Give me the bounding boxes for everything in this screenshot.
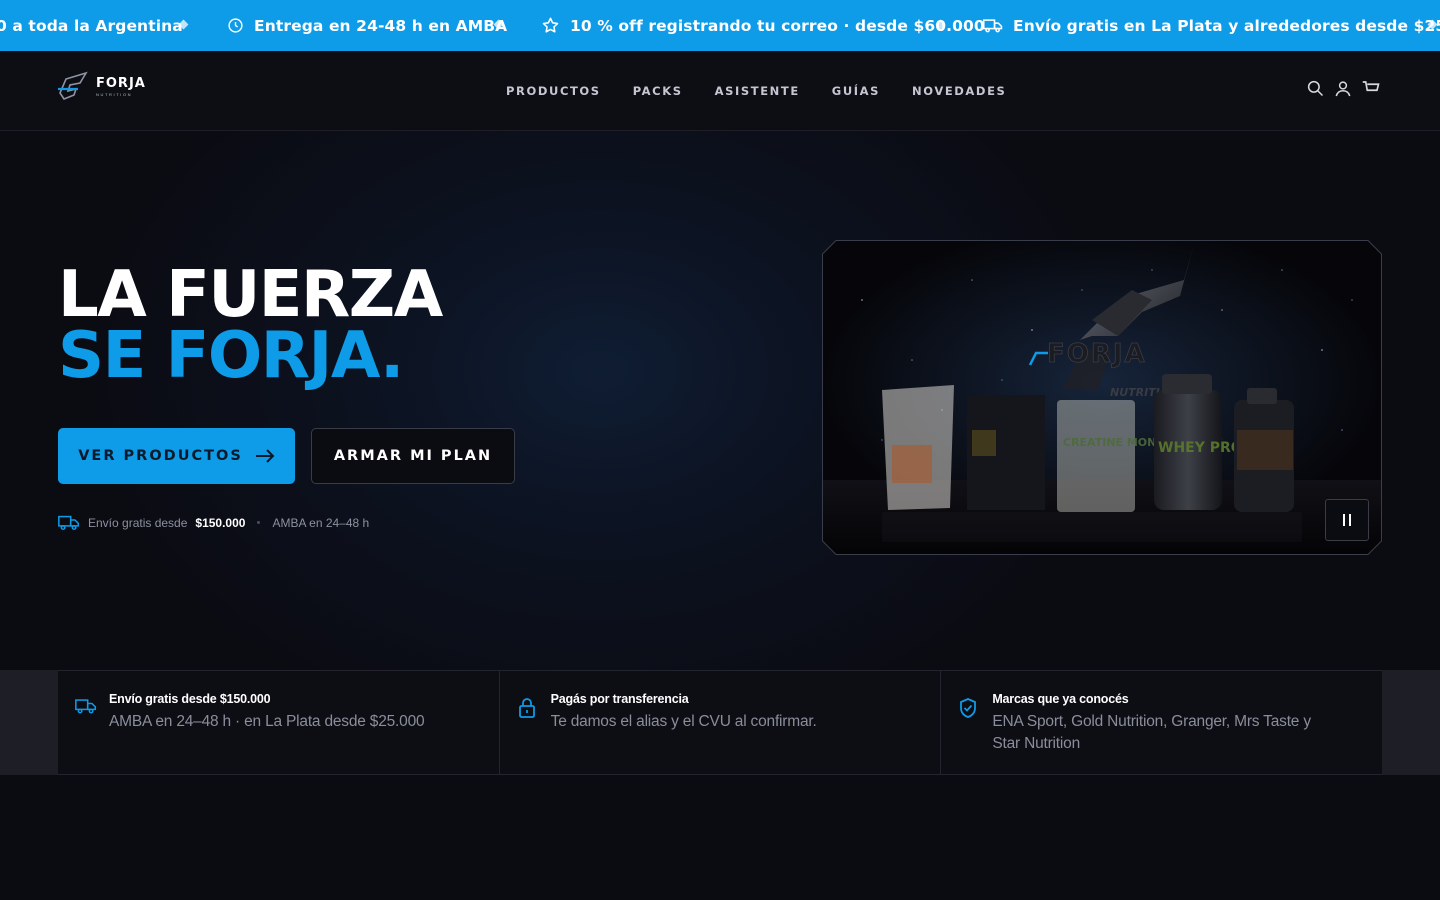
announcement-text: Envío gratis en La Plata y alrededores d… bbox=[1013, 16, 1440, 35]
separator-dot bbox=[257, 521, 261, 524]
account-button[interactable] bbox=[1334, 78, 1352, 98]
feature-payment: Pagás por transferencia Te damos el alia… bbox=[500, 671, 942, 774]
site-header: FORJA NUTRITION PRODUCTOS PACKS ASISTENT… bbox=[0, 51, 1440, 131]
shipping-prefix: Envío gratis desde bbox=[88, 515, 188, 530]
star-icon bbox=[542, 17, 559, 33]
hero-video: FORJA NUTRITI CREATINE MONOHYDRATE WHEY … bbox=[822, 240, 1382, 555]
hero-section: LA FUERZA SE FORJA. VER PRODUCTOS ARMAR … bbox=[0, 131, 1440, 670]
announcement-bar: 0 a toda la Argentina Entrega en 24-48 h… bbox=[0, 0, 1440, 51]
pause-video-button[interactable] bbox=[1325, 499, 1369, 541]
announcement-text: 10 % off registrando tu correo · desde $… bbox=[570, 16, 985, 35]
header-actions bbox=[1306, 78, 1380, 98]
shipping-note: AMBA en 24–48 h bbox=[272, 515, 370, 530]
nav-productos[interactable]: PRODUCTOS bbox=[506, 84, 601, 98]
nav-asistente[interactable]: ASISTENTE bbox=[715, 84, 800, 98]
clock-icon bbox=[228, 18, 243, 33]
main-nav: PRODUCTOS PACKS ASISTENTE GUÍAS NOVEDADE… bbox=[506, 51, 1006, 131]
shipping-amount: $150.000 bbox=[195, 515, 246, 530]
feature-description: ENA Sport, Gold Nutrition, Granger, Mrs … bbox=[992, 713, 1311, 752]
feature-brands: Marcas que ya conocés ENA Sport, Gold Nu… bbox=[941, 671, 1382, 774]
forja-logo-icon bbox=[58, 71, 88, 100]
feature-description: AMBA en 24–48 h · en La Plata desde $25.… bbox=[109, 713, 425, 730]
feature-shipping: Envío gratis desde $150.000 AMBA en 24–4… bbox=[58, 671, 500, 774]
view-products-button[interactable]: VER PRODUCTOS bbox=[58, 428, 295, 484]
cart-icon bbox=[1362, 81, 1380, 92]
view-products-label: VER PRODUCTOS bbox=[78, 448, 243, 464]
feature-title: Pagás por transferencia bbox=[550, 692, 689, 706]
nav-packs[interactable]: PACKS bbox=[633, 84, 683, 98]
announcement-text: Entrega en 24-48 h en AMBA bbox=[254, 16, 508, 35]
feature-title: Envío gratis desde $150.000 bbox=[109, 692, 271, 706]
headline-line-1: LA FUERZA bbox=[58, 258, 443, 332]
arrow-right-icon bbox=[255, 449, 275, 463]
account-icon bbox=[1335, 80, 1351, 96]
truck-icon bbox=[75, 699, 97, 714]
hero-product-scene: FORJA NUTRITI CREATINE MONOHYDRATE WHEY … bbox=[822, 240, 1382, 555]
cart-button[interactable] bbox=[1362, 78, 1380, 98]
brand-subtitle: NUTRITION bbox=[96, 91, 133, 97]
pause-icon-bar bbox=[1343, 514, 1345, 526]
features-strip: Envío gratis desde $150.000 AMBA en 24–4… bbox=[58, 670, 1382, 775]
build-plan-label: ARMAR MI PLAN bbox=[333, 448, 493, 464]
nav-guias[interactable]: GUÍAS bbox=[832, 84, 880, 98]
scene-logo-text: FORJA bbox=[1047, 339, 1147, 369]
announcement-item: 10 % off registrando tu correo · desde $… bbox=[541, 0, 985, 51]
brand-logo[interactable]: FORJA NUTRITION bbox=[56, 69, 146, 103]
announcement-text: 0 a toda la Argentina bbox=[0, 16, 183, 35]
build-plan-button[interactable]: ARMAR MI PLAN bbox=[311, 428, 515, 484]
search-button[interactable] bbox=[1306, 78, 1324, 98]
announcement-item: Envío gratis en La Plata y alrededores d… bbox=[983, 0, 1440, 51]
shipping-info: Envío gratis desde $150.000 AMBA en 24–4… bbox=[58, 514, 369, 531]
brand-name: FORJA bbox=[96, 75, 146, 91]
pause-icon-bar bbox=[1349, 514, 1351, 526]
shield-check-icon bbox=[960, 698, 977, 718]
announcement-item: 0 a toda la Argentina bbox=[0, 0, 183, 51]
scene-logo-sub: NUTRITI bbox=[1110, 386, 1160, 399]
lock-icon bbox=[518, 698, 535, 718]
feature-description: Te damos el alias y el CVU al confirmar. bbox=[550, 713, 817, 730]
search-icon bbox=[1307, 80, 1324, 97]
feature-title: Marcas que ya conocés bbox=[992, 692, 1129, 706]
truck-icon bbox=[58, 515, 80, 531]
hero-headline: LA FUERZA SE FORJA. bbox=[58, 258, 443, 393]
announcement-item: Entrega en 24-48 h en AMBA bbox=[227, 0, 507, 51]
nav-novedades[interactable]: NOVEDADES bbox=[912, 84, 1006, 98]
truck-icon bbox=[983, 19, 1003, 33]
headline-line-2: SE FORJA. bbox=[58, 319, 404, 393]
